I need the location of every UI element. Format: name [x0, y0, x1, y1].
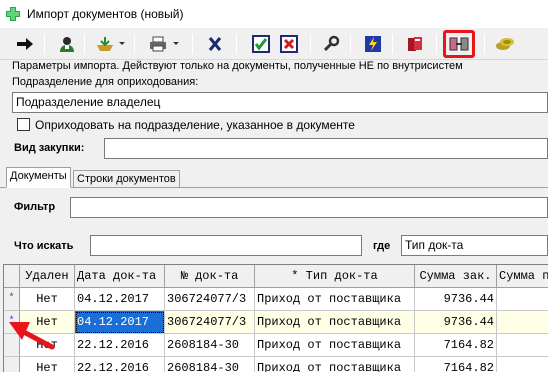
column-header-sum2[interactable]: Сумма п — [497, 265, 548, 288]
checkbox-label: Оприходовать на подразделение, указанное… — [35, 118, 355, 132]
title-bar: Импорт документов (новый) — [0, 0, 548, 28]
purchase-type-field[interactable] — [104, 138, 548, 159]
where-label: где — [373, 240, 391, 252]
cell-type[interactable]: Приход от поставщика — [255, 357, 415, 372]
search-label: Что искать — [14, 240, 74, 252]
coins-icon[interactable] — [492, 32, 518, 56]
column-header-sum[interactable]: Сумма зак. — [415, 265, 497, 288]
cell-type[interactable]: Приход от поставщика — [255, 288, 415, 311]
cell-sum[interactable]: 9736.44 — [415, 311, 497, 334]
subdivision-field[interactable]: Подразделение владелец — [12, 92, 548, 113]
cell-deleted[interactable]: Нет — [20, 334, 75, 357]
cell-date[interactable]: 22.12.2016 — [75, 334, 165, 357]
cell-number[interactable]: 2608184-30 — [165, 334, 255, 357]
person-icon[interactable] — [54, 32, 80, 56]
tab-document-lines[interactable]: Строки документов — [73, 170, 180, 188]
column-header-deleted[interactable]: Удален — [20, 265, 75, 288]
header-corner — [4, 265, 20, 288]
cell-deleted[interactable]: Нет — [20, 311, 75, 334]
documents-grid: Удален Дата док-та № док-та * Тип док-та… — [3, 264, 548, 372]
wrench-icon[interactable] — [318, 32, 344, 56]
purchase-type-label: Вид закупки: — [14, 142, 85, 154]
import-dropdown-icon[interactable] — [90, 32, 130, 56]
cell-deleted[interactable]: Нет — [20, 288, 75, 311]
cell-number[interactable]: 306724077/3 — [165, 311, 255, 334]
book-icon[interactable] — [402, 32, 428, 56]
row-indicator[interactable]: * — [4, 311, 20, 334]
cell-sum2[interactable] — [497, 357, 548, 372]
row-indicator[interactable] — [4, 357, 20, 372]
override-subdivision-checkbox[interactable] — [17, 118, 30, 131]
search-field[interactable] — [90, 235, 362, 256]
window-title: Импорт документов (новый) — [27, 7, 184, 21]
cell-deleted[interactable]: Нет — [20, 357, 75, 372]
tab-documents[interactable]: Документы — [6, 167, 71, 188]
cell-date-selected[interactable]: 04.12.2017 — [75, 311, 165, 334]
cell-sum[interactable]: 7164.82 — [415, 357, 497, 372]
cell-sum2[interactable] — [497, 311, 548, 334]
import-params-note: Параметры импорта. Действуют только на д… — [12, 60, 463, 72]
cell-sum[interactable]: 9736.44 — [415, 288, 497, 311]
arrow-right-icon[interactable] — [12, 32, 38, 56]
row-indicator[interactable]: * — [4, 288, 20, 311]
app-cross-icon — [6, 7, 20, 21]
cell-type[interactable]: Приход от поставщика — [255, 334, 415, 357]
cell-sum[interactable]: 7164.82 — [415, 334, 497, 357]
cancel-x-icon[interactable] — [202, 32, 228, 56]
cross-red-icon[interactable] — [276, 32, 302, 56]
highlight-annotation-box — [443, 30, 475, 58]
cell-sum2[interactable] — [497, 334, 548, 357]
lightning-icon[interactable] — [360, 32, 386, 56]
filter-label: Фильтр — [14, 201, 56, 213]
cell-number[interactable]: 306724077/3 — [165, 288, 255, 311]
cell-type[interactable]: Приход от поставщика — [255, 311, 415, 334]
column-header-date[interactable]: Дата док-та — [75, 265, 165, 288]
subdivision-label: Подразделение для оприходования: — [12, 76, 199, 88]
cell-date[interactable]: 04.12.2017 — [75, 288, 165, 311]
filter-field[interactable] — [70, 197, 548, 218]
cell-number[interactable]: 2608184-30 — [165, 357, 255, 372]
row-indicator[interactable] — [4, 334, 20, 357]
column-header-number[interactable]: № док-та — [165, 265, 255, 288]
cell-date[interactable]: 22.12.2016 — [75, 357, 165, 372]
column-header-type[interactable]: * Тип док-та — [255, 265, 415, 288]
print-dropdown-icon[interactable] — [144, 32, 184, 56]
where-field[interactable]: Тип док-та — [401, 235, 548, 256]
check-green-icon[interactable] — [248, 32, 274, 56]
cell-sum2[interactable] — [497, 288, 548, 311]
